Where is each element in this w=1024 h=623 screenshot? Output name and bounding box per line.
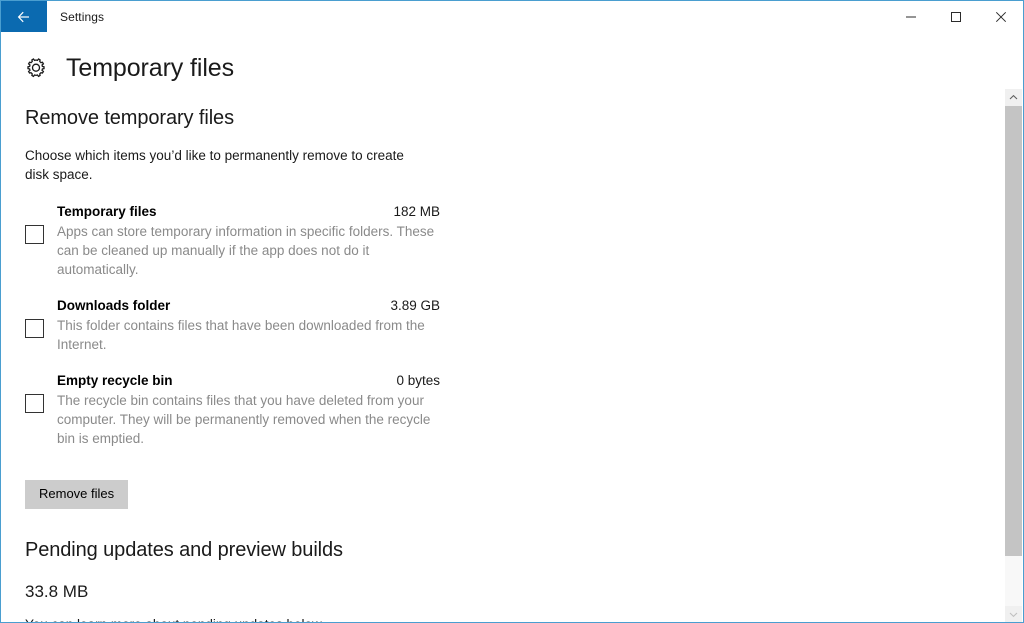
page-header: Temporary files (1, 33, 1023, 85)
settings-window: Settings (0, 0, 1024, 623)
scroll-up-button[interactable] (1005, 89, 1022, 106)
window-controls (888, 1, 1023, 32)
chevron-up-icon (1009, 94, 1018, 101)
vertical-scrollbar[interactable] (1005, 89, 1022, 623)
minimize-button[interactable] (888, 1, 933, 32)
page-title: Temporary files (66, 56, 234, 81)
back-button[interactable] (1, 1, 47, 32)
back-arrow-icon (16, 9, 32, 25)
item-label: Downloads folder (57, 296, 170, 316)
item-description: This folder contains files that have bee… (57, 316, 440, 354)
content-area: Remove temporary files Choose which item… (1, 85, 1023, 618)
item-label: Empty recycle bin (57, 371, 173, 391)
gear-icon (23, 55, 49, 81)
checkbox-temporary-files[interactable] (25, 225, 44, 244)
pending-updates-size: 33.8 MB (25, 582, 1023, 602)
title-bar: Settings (1, 1, 1023, 33)
close-icon (995, 11, 1007, 23)
item-size: 182 MB (379, 202, 440, 222)
checkbox-empty-recycle-bin[interactable] (25, 394, 44, 413)
item-size: 3.89 GB (376, 296, 440, 316)
item-header-row: Temporary files 182 MB (57, 202, 440, 222)
item-size: 0 bytes (382, 371, 440, 391)
chevron-down-icon (1009, 611, 1018, 618)
item-label: Temporary files (57, 202, 157, 222)
checkbox-downloads-folder[interactable] (25, 319, 44, 338)
window-title: Settings (47, 1, 888, 32)
scroll-down-button[interactable] (1005, 606, 1022, 623)
remove-section-description: Choose which items you’d like to permane… (25, 146, 430, 184)
item-header-row: Downloads folder 3.89 GB (57, 296, 440, 316)
remove-files-button[interactable]: Remove files (25, 480, 128, 509)
list-item[interactable]: Empty recycle bin 0 bytes The recycle bi… (25, 371, 440, 448)
pending-section-description: You can learn more about pending updates… (25, 617, 1023, 623)
pending-section-heading: Pending updates and preview builds (25, 539, 1023, 562)
item-description: The recycle bin contains files that you … (57, 391, 440, 448)
scrollbar-thumb[interactable] (1005, 106, 1022, 556)
item-body: Downloads folder 3.89 GB This folder con… (57, 296, 440, 354)
item-body: Empty recycle bin 0 bytes The recycle bi… (57, 371, 440, 448)
list-item[interactable]: Temporary files 182 MB Apps can store te… (25, 202, 440, 279)
item-header-row: Empty recycle bin 0 bytes (57, 371, 440, 391)
scrollbar-track[interactable] (1005, 106, 1022, 606)
temporary-files-list: Temporary files 182 MB Apps can store te… (25, 202, 440, 448)
item-body: Temporary files 182 MB Apps can store te… (57, 202, 440, 279)
close-button[interactable] (978, 1, 1023, 32)
remove-section-heading: Remove temporary files (25, 107, 1023, 130)
minimize-icon (905, 11, 917, 23)
maximize-button[interactable] (933, 1, 978, 32)
list-item[interactable]: Downloads folder 3.89 GB This folder con… (25, 296, 440, 354)
item-description: Apps can store temporary information in … (57, 222, 440, 279)
maximize-icon (950, 11, 962, 23)
